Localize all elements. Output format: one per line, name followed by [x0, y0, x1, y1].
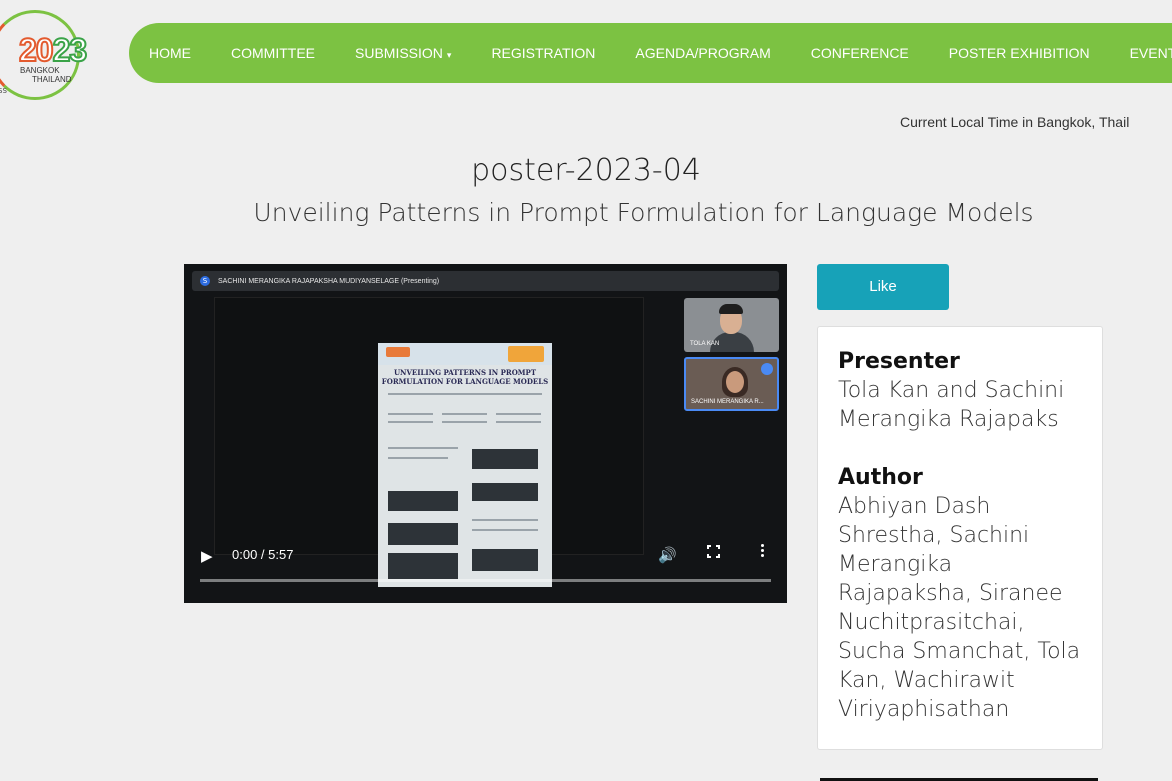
participant-name: TOLA KAN — [690, 341, 720, 347]
meeting-header: S SACHINI MERANGIKA RAJAPAKSHA MUDIYANSE… — [192, 271, 779, 291]
poster-id: poster-2023-04 — [471, 153, 701, 188]
nav-submission-label: SUBMISSION — [355, 45, 443, 61]
presenter-heading: Presenter — [838, 349, 960, 374]
participant-video-sachini: SACHINI MERANGIKA R... — [684, 357, 779, 411]
participant-name: SACHINI MERANGIKA R... — [691, 399, 764, 405]
conference-logo[interactable]: 2023 BANGKOK THAILAND SS — [0, 8, 110, 103]
presenting-label: SACHINI MERANGIKA RAJAPAKSHA MUDIYANSELA… — [218, 277, 440, 285]
nav-committee[interactable]: COMMITTEE — [231, 45, 315, 61]
participant-video-tola: TOLA KAN — [684, 298, 779, 352]
nav-poster-exhibition[interactable]: POSTER EXHIBITION — [949, 45, 1090, 61]
presenter-names: Tola Kan and Sachini Merangika Rajapaks — [838, 378, 1065, 432]
play-icon[interactable]: ▶ — [201, 547, 213, 565]
poster-title: Unveiling Patterns in Prompt Formulation… — [253, 198, 1034, 227]
like-button[interactable]: Like — [817, 264, 949, 310]
slide-poster-title: UNVEILING PATTERNS IN PROMPT FORMULATION… — [381, 368, 549, 386]
video-player[interactable]: S SACHINI MERANGIKA RAJAPAKSHA MUDIYANSE… — [184, 264, 787, 603]
author-heading: Author — [838, 465, 923, 490]
local-time: Current Local Time in Bangkok, Thail — [900, 114, 1130, 130]
speaking-icon — [761, 363, 773, 375]
fullscreen-icon[interactable] — [707, 545, 720, 558]
nav-home[interactable]: HOME — [149, 45, 191, 61]
main-nav: HOME COMMITTEE SUBMISSION ▾ REGISTRATION … — [129, 23, 1172, 83]
poster-info-card: Presenter Tola Kan and Sachini Merangika… — [817, 326, 1103, 750]
author-names: Abhiyan Dash Shrestha, Sachini Merangika… — [838, 494, 1081, 722]
nav-submission[interactable]: SUBMISSION ▾ — [355, 45, 451, 61]
logo-year: 2023 — [18, 31, 88, 69]
presenter-avatar-icon: S — [200, 276, 210, 286]
logo-fragment: SS — [0, 87, 7, 95]
video-time: 0:00 / 5:57 — [232, 547, 294, 562]
logo-location: BANGKOK THAILAND — [20, 66, 72, 84]
video-controls: ▶ 0:00 / 5:57 🔊 — [184, 534, 787, 603]
slide-poster-header — [378, 343, 552, 365]
chevron-down-icon: ▾ — [446, 50, 452, 60]
nav-conference[interactable]: CONFERENCE — [811, 45, 909, 61]
nav-agenda[interactable]: AGENDA/PROGRAM — [635, 45, 770, 61]
more-options-icon[interactable] — [758, 544, 766, 559]
nav-event-highlights[interactable]: EVENT HI — [1130, 45, 1172, 61]
volume-icon[interactable]: 🔊 — [658, 546, 677, 564]
video-progress-bar[interactable] — [200, 579, 771, 582]
nav-registration[interactable]: REGISTRATION — [491, 45, 595, 61]
shared-screen: UNVEILING PATTERNS IN PROMPT FORMULATION… — [214, 297, 644, 587]
